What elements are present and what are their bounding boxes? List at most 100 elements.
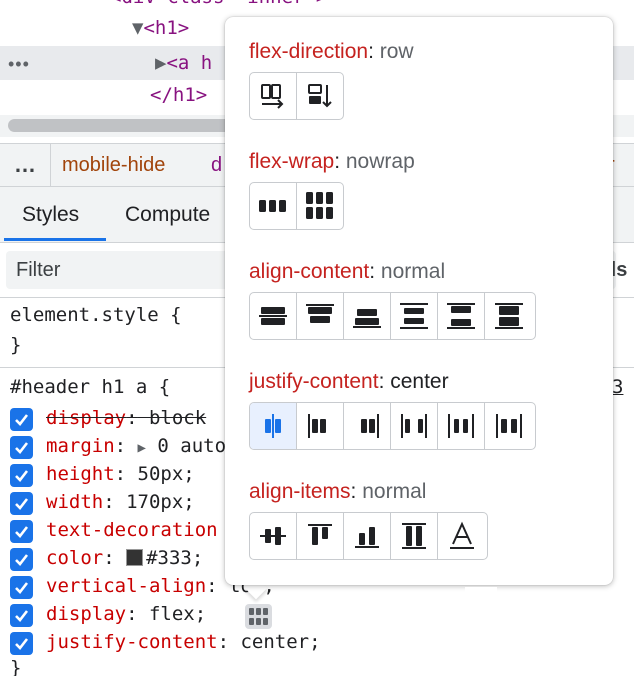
property-value[interactable]: 0 auto [146, 435, 226, 457]
property-value: center [390, 370, 449, 393]
dom-node-text: </h1> [150, 84, 208, 106]
justify-content-flex-start-icon [308, 414, 326, 438]
flex-wrap-label: flex-wrap: nowrap [249, 150, 415, 173]
flex-nowrap-icon [258, 200, 286, 212]
property-value[interactable]: flex; [138, 603, 206, 625]
declaration-checkbox[interactable] [10, 520, 33, 543]
align-content-space-around-button[interactable] [391, 293, 438, 339]
justify-content-space-between-icon [401, 414, 427, 438]
align-content-space-between-icon [447, 303, 475, 329]
dom-node-h1-open[interactable]: ▼<h1> [132, 17, 189, 39]
flex-direction-column-button[interactable] [297, 73, 344, 119]
scrollbar-thumb[interactable] [8, 119, 258, 132]
popover-arrow-mask [465, 587, 497, 601]
align-items-flex-end-button[interactable] [344, 513, 391, 559]
declaration-checkbox[interactable] [10, 548, 33, 571]
justify-content-center-icon [265, 414, 281, 438]
declaration-checkbox[interactable] [10, 408, 33, 431]
align-content-flex-start-icon [306, 304, 334, 323]
property-name[interactable]: vertical-align [46, 575, 206, 597]
dom-node-a[interactable]: ▶<a h [155, 52, 212, 74]
flex-direction-label: flex-direction: row [249, 40, 414, 63]
flex-wrap-nowrap-button[interactable] [250, 183, 297, 229]
align-items-baseline-icon [449, 521, 474, 549]
dom-node-text: <div class="inner"> [110, 0, 327, 8]
align-content-stretch-button[interactable] [485, 293, 532, 339]
property-name[interactable]: justify-content [46, 631, 218, 653]
justify-content-flex-end-button[interactable] [344, 403, 391, 449]
property-value: normal [380, 260, 446, 283]
color-swatch[interactable] [126, 549, 144, 566]
align-items-baseline-button[interactable] [438, 513, 485, 559]
property-name[interactable]: width [46, 491, 103, 513]
flexbox-editor-popover: flex-direction: row flex-wrap: nowrap al… [225, 17, 613, 601]
property-name[interactable]: display [46, 407, 126, 429]
rule-close-brace: } [10, 334, 22, 356]
align-items-flex-end-icon [355, 527, 379, 548]
declaration-checkbox[interactable] [10, 632, 33, 655]
flex-wrap-buttons [249, 182, 344, 230]
align-content-flex-end-button[interactable] [344, 293, 391, 339]
align-content-label: align-content: normal [249, 260, 446, 283]
justify-content-space-evenly-icon [495, 414, 522, 438]
flex-direction-row-button[interactable] [250, 73, 297, 119]
expand-triangle-icon[interactable]: ▼ [132, 17, 143, 39]
breadcrumb-item-mobile-hide[interactable]: mobile-hide [62, 154, 165, 177]
property-name[interactable]: color [46, 547, 103, 569]
divider [50, 144, 51, 186]
declaration-checkbox[interactable] [10, 576, 33, 599]
collapse-triangle-icon[interactable]: ▶ [155, 52, 166, 74]
property-name[interactable]: height [46, 463, 115, 485]
declaration-checkbox[interactable] [10, 464, 33, 487]
tab-styles[interactable]: Styles [22, 203, 79, 227]
more-options-icon[interactable]: ••• [8, 54, 30, 75]
justify-content-flex-start-button[interactable] [297, 403, 344, 449]
property-name[interactable]: display [46, 603, 126, 625]
breadcrumb-item[interactable]: d [211, 154, 222, 177]
property-value[interactable]: 170px; [115, 491, 195, 513]
declaration-checkbox[interactable] [10, 492, 33, 515]
property-name[interactable]: text-decoration [46, 519, 218, 541]
breadcrumb-more-button[interactable]: … [14, 152, 36, 178]
align-items-flex-start-icon [308, 524, 332, 545]
align-items-stretch-icon [402, 523, 426, 549]
align-content-center-button[interactable] [250, 293, 297, 339]
element-style-selector[interactable]: element.style { [10, 304, 182, 326]
declaration-checkbox[interactable] [10, 604, 33, 627]
declaration-checkbox[interactable] [10, 436, 33, 459]
property-name: flex-direction [249, 40, 369, 63]
justify-content-center-button[interactable] [250, 403, 297, 449]
align-content-space-between-button[interactable] [438, 293, 485, 339]
property-name[interactable]: margin [46, 435, 115, 457]
property-value: nowrap [345, 150, 415, 173]
align-content-flex-start-button[interactable] [297, 293, 344, 339]
property-name: justify-content [249, 370, 379, 393]
expand-shorthand-icon[interactable]: ▶ [138, 440, 146, 456]
property-value: normal [362, 480, 427, 503]
property-value: row [379, 40, 414, 63]
rule-close-brace: } [10, 657, 22, 676]
justify-content-space-around-button[interactable] [438, 403, 485, 449]
align-items-flex-start-button[interactable] [297, 513, 344, 559]
header-h1-a-selector[interactable]: #header h1 a { [10, 376, 170, 398]
dom-node-h1-close[interactable]: </h1> [150, 84, 207, 106]
flexbox-editor-button[interactable] [245, 604, 272, 629]
justify-content-buttons [249, 402, 536, 450]
property-name: align-content [249, 260, 370, 283]
stylesheet-source-link[interactable]: 3 [612, 376, 623, 398]
dom-node-text: <h1> [143, 17, 190, 39]
align-content-buttons [249, 292, 536, 340]
justify-content-space-between-button[interactable] [391, 403, 438, 449]
dom-node-div-inner[interactable]: <div class="inner"> [110, 0, 327, 8]
property-value[interactable]: center; [229, 631, 320, 653]
tab-computed[interactable]: Compute [125, 203, 210, 227]
flex-direction-row-icon [260, 84, 284, 109]
property-value[interactable]: #333; [146, 547, 203, 569]
property-value[interactable]: block [138, 407, 206, 429]
align-items-stretch-button[interactable] [391, 513, 438, 559]
flex-wrap-wrap-button[interactable] [297, 183, 344, 229]
align-items-center-button[interactable] [250, 513, 297, 559]
align-content-center-icon [259, 307, 287, 325]
justify-content-space-evenly-button[interactable] [485, 403, 532, 449]
property-value[interactable]: 50px; [126, 463, 195, 485]
